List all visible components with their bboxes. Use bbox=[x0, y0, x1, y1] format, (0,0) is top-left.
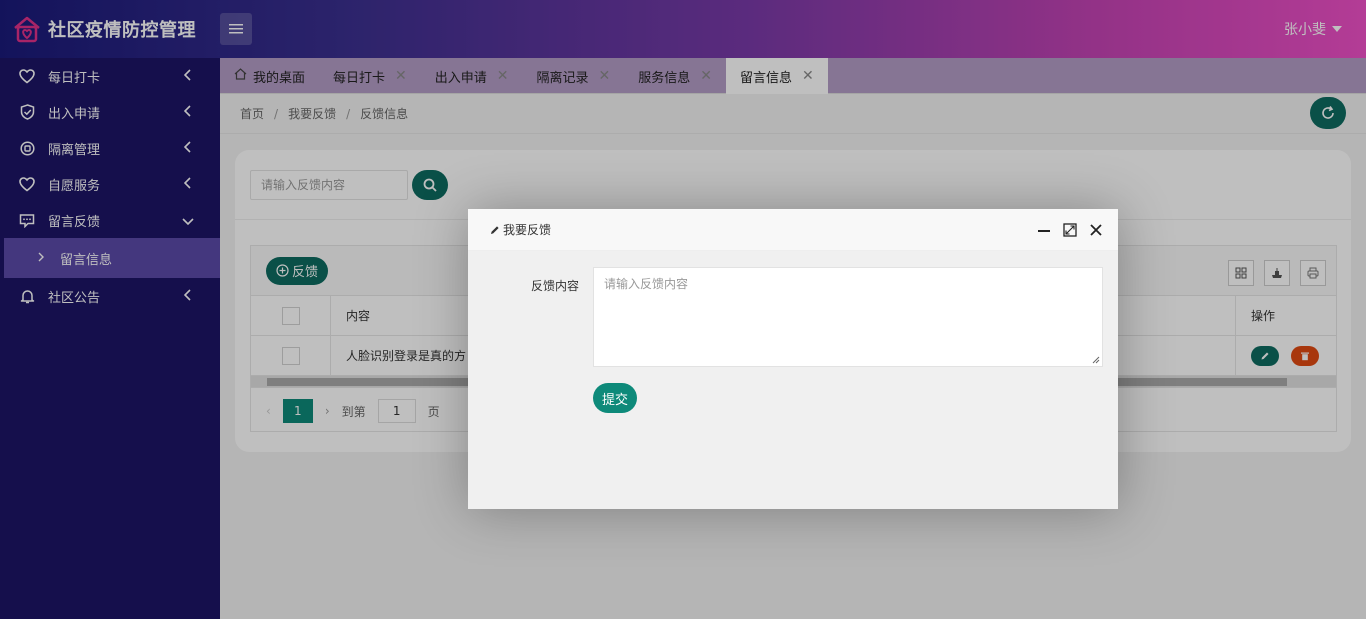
dialog-title: 我要反馈 bbox=[503, 223, 552, 237]
minimize-icon[interactable] bbox=[1036, 222, 1052, 238]
dialog-title-bar: 我要反馈 bbox=[468, 209, 1118, 251]
feedback-field-label: 反馈内容 bbox=[530, 279, 579, 293]
submit-button[interactable]: 提交 bbox=[593, 383, 637, 413]
textarea-placeholder: 请输入反馈内容 bbox=[604, 277, 689, 291]
feedback-textarea[interactable]: 请输入反馈内容 bbox=[593, 267, 1103, 367]
dialog-controls bbox=[1026, 222, 1104, 238]
feedback-dialog: 我要反馈 反馈内容 请输入反馈内容 提交 bbox=[468, 209, 1118, 509]
resize-handle-icon[interactable] bbox=[1092, 356, 1100, 364]
pencil-icon bbox=[491, 225, 499, 234]
maximize-icon[interactable] bbox=[1062, 222, 1078, 238]
feedback-form-row: 反馈内容 请输入反馈内容 bbox=[468, 267, 1118, 367]
close-icon[interactable] bbox=[1088, 222, 1104, 238]
